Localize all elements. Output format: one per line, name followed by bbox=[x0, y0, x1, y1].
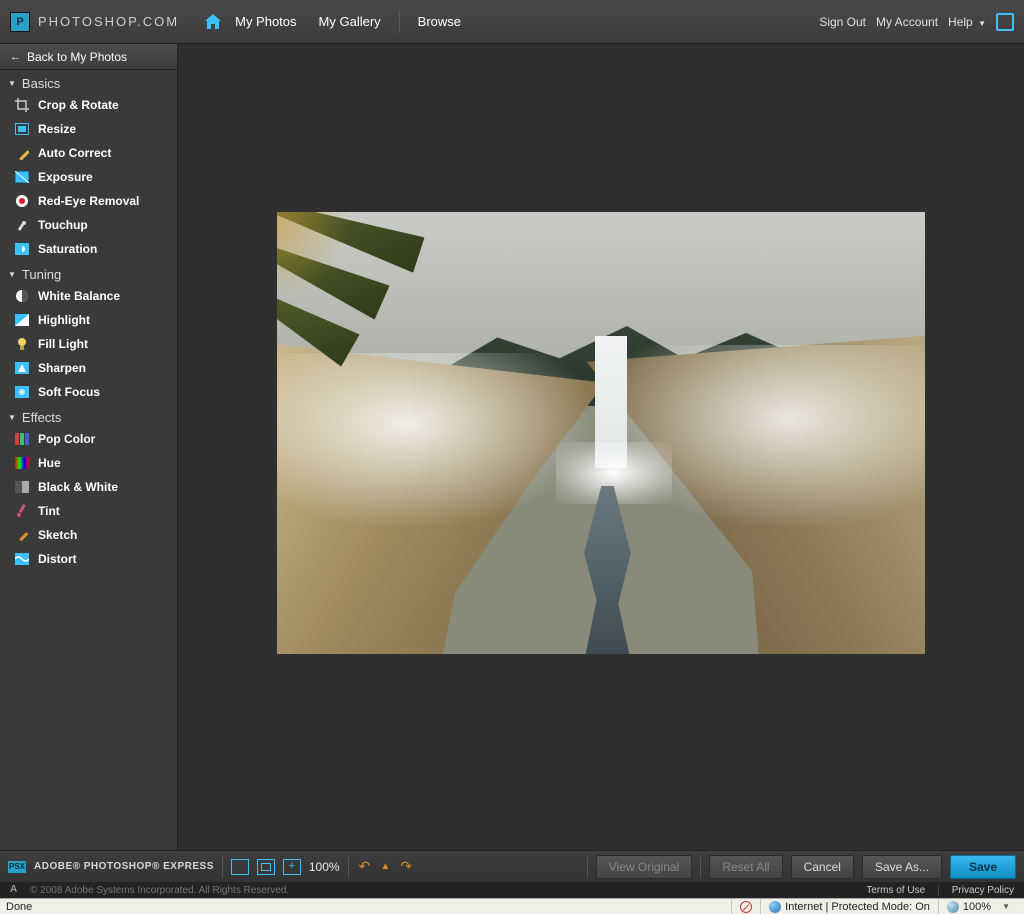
zoom-in-button[interactable] bbox=[283, 859, 301, 875]
wand-icon bbox=[14, 146, 30, 160]
touchup-icon bbox=[14, 218, 30, 232]
resize-icon bbox=[14, 122, 30, 136]
tool-auto-correct[interactable]: Auto Correct bbox=[0, 141, 177, 165]
adobe-logo-icon: A bbox=[10, 884, 22, 896]
fullscreen-icon[interactable] bbox=[996, 13, 1014, 31]
link-my-account[interactable]: My Account bbox=[876, 15, 938, 29]
fit-window-button[interactable] bbox=[257, 859, 275, 875]
tool-distort[interactable]: Distort bbox=[0, 547, 177, 571]
highlight-icon bbox=[14, 313, 30, 327]
triangle-down-icon: ▼ bbox=[8, 270, 16, 279]
section-basics-label: Basics bbox=[22, 76, 60, 91]
pencil-icon bbox=[14, 528, 30, 542]
save-as-button[interactable]: Save As... bbox=[862, 855, 942, 879]
hue-icon bbox=[14, 456, 30, 470]
reset-all-button[interactable]: Reset All bbox=[709, 855, 782, 879]
redeye-icon bbox=[14, 194, 30, 208]
link-sign-out[interactable]: Sign Out bbox=[819, 15, 866, 29]
photo-canvas[interactable] bbox=[277, 212, 925, 654]
tool-white-balance[interactable]: White Balance bbox=[0, 284, 177, 308]
status-done: Done bbox=[6, 901, 32, 913]
nav-my-photos[interactable]: My Photos bbox=[225, 8, 306, 35]
pop-color-icon bbox=[14, 432, 30, 446]
status-popup-blocked[interactable] bbox=[731, 899, 760, 914]
chevron-down-icon: ▼ bbox=[1002, 902, 1010, 911]
zoom-level: 100% bbox=[309, 860, 340, 874]
cancel-button[interactable]: Cancel bbox=[791, 855, 854, 879]
psx-badge-icon: PSX bbox=[8, 861, 26, 873]
section-tuning-label: Tuning bbox=[22, 267, 61, 282]
top-right: Sign Out My Account Help ▼ bbox=[819, 13, 1014, 31]
nav-divider bbox=[399, 11, 400, 33]
tool-resize[interactable]: Resize bbox=[0, 117, 177, 141]
section-effects[interactable]: ▼ Effects bbox=[0, 404, 177, 427]
distort-icon bbox=[14, 552, 30, 566]
back-button[interactable]: ← Back to My Photos bbox=[0, 44, 177, 70]
logo-icon: P bbox=[10, 12, 30, 32]
status-zoom[interactable]: 100% ▼ bbox=[938, 899, 1018, 914]
section-basics[interactable]: ▼ Basics bbox=[0, 70, 177, 93]
bw-icon bbox=[14, 480, 30, 494]
tint-icon bbox=[14, 504, 30, 518]
tool-black-white[interactable]: Black & White bbox=[0, 475, 177, 499]
brand-label: PHOTOSHOP.COM bbox=[38, 14, 179, 29]
tool-pop-color[interactable]: Pop Color bbox=[0, 427, 177, 451]
back-label: Back to My Photos bbox=[27, 50, 127, 64]
history-up-icon[interactable]: ▲ bbox=[380, 861, 390, 872]
saturation-icon bbox=[14, 242, 30, 256]
blocked-icon bbox=[740, 901, 752, 913]
link-terms[interactable]: Terms of Use bbox=[866, 885, 925, 896]
sidebar: ← Back to My Photos ▼ Basics Crop & Rotat… bbox=[0, 44, 178, 850]
home-icon[interactable] bbox=[203, 13, 223, 31]
top-nav: My Photos My Gallery Browse bbox=[203, 8, 471, 35]
nav-my-gallery[interactable]: My Gallery bbox=[309, 8, 391, 35]
triangle-down-icon: ▼ bbox=[8, 79, 16, 88]
redo-button[interactable]: ↷ bbox=[398, 858, 414, 875]
sharpen-icon bbox=[14, 361, 30, 375]
tool-fill-light[interactable]: Fill Light bbox=[0, 332, 177, 356]
link-privacy[interactable]: Privacy Policy bbox=[952, 885, 1014, 896]
undo-button[interactable]: ↶ bbox=[357, 858, 373, 875]
zoom-globe-icon bbox=[947, 901, 959, 913]
exposure-icon bbox=[14, 170, 30, 184]
tool-hue[interactable]: Hue bbox=[0, 451, 177, 475]
tool-tint[interactable]: Tint bbox=[0, 499, 177, 523]
bulb-icon bbox=[14, 337, 30, 351]
product-label: ADOBE® PHOTOSHOP® EXPRESS bbox=[34, 861, 214, 872]
tool-highlight[interactable]: Highlight bbox=[0, 308, 177, 332]
section-tuning[interactable]: ▼ Tuning bbox=[0, 261, 177, 284]
soft-focus-icon bbox=[14, 385, 30, 399]
tool-sketch[interactable]: Sketch bbox=[0, 523, 177, 547]
canvas-area bbox=[178, 44, 1024, 850]
white-balance-icon bbox=[14, 289, 30, 303]
link-help[interactable]: Help ▼ bbox=[948, 15, 986, 29]
tool-crop-rotate[interactable]: Crop & Rotate bbox=[0, 93, 177, 117]
triangle-down-icon: ▼ bbox=[8, 413, 16, 422]
fit-screen-button[interactable] bbox=[231, 859, 249, 875]
tool-saturation[interactable]: Saturation bbox=[0, 237, 177, 261]
tool-touchup[interactable]: Touchup bbox=[0, 213, 177, 237]
tool-soft-focus[interactable]: Soft Focus bbox=[0, 380, 177, 404]
arrow-left-icon: ← bbox=[10, 51, 21, 63]
main-row: ← Back to My Photos ▼ Basics Crop & Rotat… bbox=[0, 44, 1024, 850]
footer-bar: A © 2008 Adobe Systems Incorporated. All… bbox=[0, 882, 1024, 898]
top-bar: P PHOTOSHOP.COM My Photos My Gallery Bro… bbox=[0, 0, 1024, 44]
section-effects-label: Effects bbox=[22, 410, 62, 425]
bottom-toolbar: PSX ADOBE® PHOTOSHOP® EXPRESS 100% ↶ ▲ ↷… bbox=[0, 850, 1024, 882]
tool-red-eye[interactable]: Red-Eye Removal bbox=[0, 189, 177, 213]
globe-icon bbox=[769, 901, 781, 913]
crop-icon bbox=[14, 98, 30, 112]
status-zone[interactable]: Internet | Protected Mode: On bbox=[760, 899, 938, 914]
tool-sharpen[interactable]: Sharpen bbox=[0, 356, 177, 380]
browser-status-bar: Done Internet | Protected Mode: On 100% … bbox=[0, 898, 1024, 914]
save-button[interactable]: Save bbox=[950, 855, 1016, 879]
chevron-down-icon: ▼ bbox=[978, 19, 986, 28]
nav-browse[interactable]: Browse bbox=[408, 8, 471, 35]
view-original-button[interactable]: View Original bbox=[596, 855, 692, 879]
copyright-label: © 2008 Adobe Systems Incorporated. All R… bbox=[30, 885, 289, 896]
tool-exposure[interactable]: Exposure bbox=[0, 165, 177, 189]
